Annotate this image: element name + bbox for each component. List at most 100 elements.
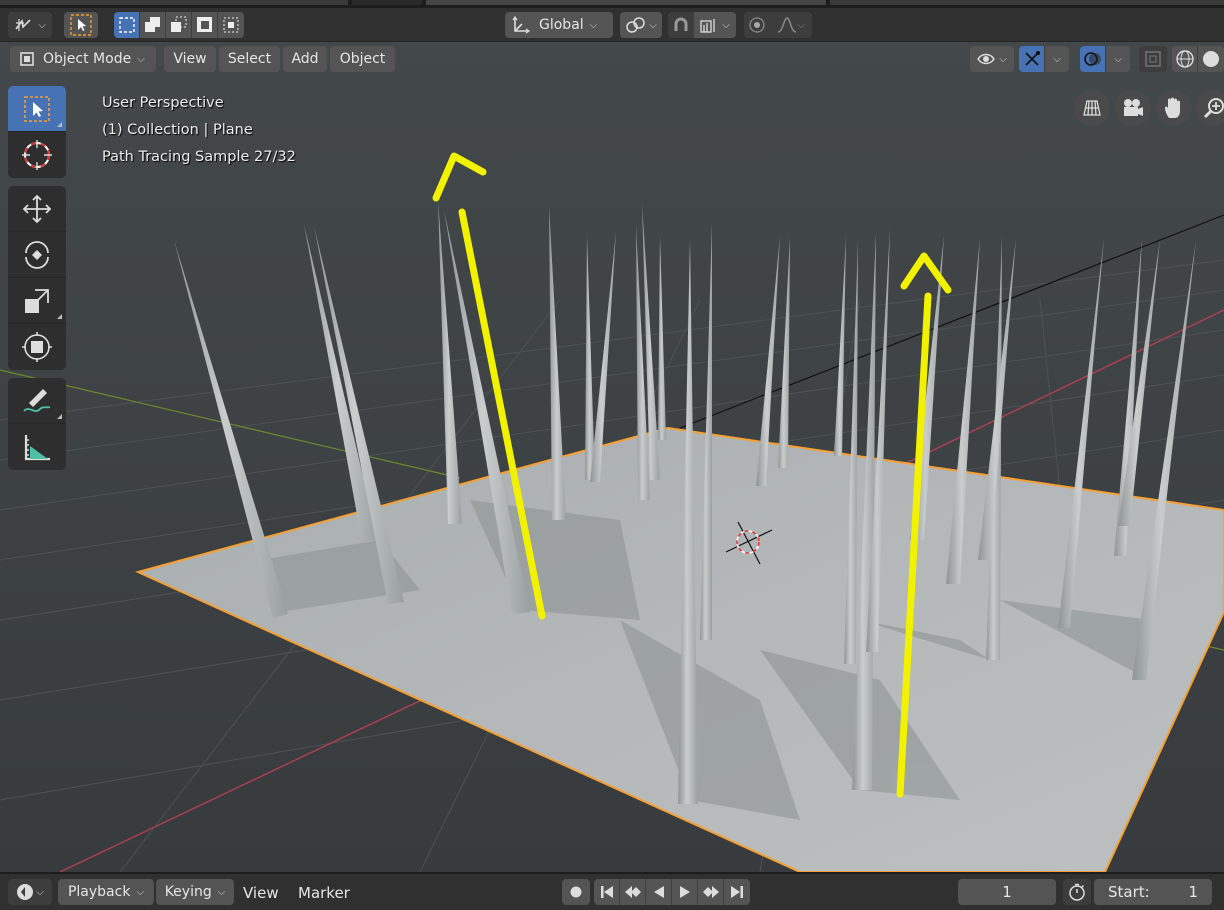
ortho-grid-icon <box>1083 100 1101 116</box>
chevron-down-icon: ⌵ <box>1053 53 1061 65</box>
overlay-dropdown[interactable]: ⌵ <box>1106 46 1130 72</box>
scale-icon <box>25 288 49 313</box>
transform-orientation-icon <box>512 15 531 34</box>
camera-view-button[interactable] <box>1115 90 1151 126</box>
proportional-edit-icon[interactable] <box>744 12 770 38</box>
prev-keyframe-icon[interactable] <box>620 879 646 905</box>
select-subtract-icon[interactable] <box>166 12 192 38</box>
object-menu[interactable]: Object <box>330 46 395 72</box>
keying-menu[interactable]: Keying ⌵ <box>156 879 234 905</box>
mode-dropdown[interactable]: Object Mode ⌵ <box>10 46 156 72</box>
workspace-tab[interactable] <box>830 0 1224 5</box>
snap-magnet-icon[interactable] <box>668 12 694 38</box>
hand-pan-icon <box>1165 97 1180 118</box>
snap-increment-icon[interactable]: ⌵ <box>694 12 736 38</box>
gizmo-dropdown[interactable]: ⌵ <box>1045 46 1069 72</box>
workspace-tab[interactable] <box>0 0 348 5</box>
visibility-dropdown[interactable]: ⌵ <box>970 46 1014 72</box>
chevron-down-icon: ⌵ <box>38 19 46 31</box>
transform-tool[interactable] <box>8 324 66 370</box>
pivot-point-dropdown[interactable]: ⌵ <box>620 12 662 38</box>
render-status-label: Path Tracing Sample 27/32 <box>102 149 296 165</box>
pan-view-button[interactable] <box>1156 90 1192 126</box>
select-extend-icon[interactable] <box>140 12 166 38</box>
record-button[interactable] <box>562 879 590 905</box>
transport-controls <box>594 879 750 905</box>
tool-variants-indicator <box>57 122 62 127</box>
timeline-view-menu[interactable]: View <box>243 884 279 902</box>
overlay-icon[interactable] <box>1080 46 1106 72</box>
jump-start-icon[interactable] <box>594 879 620 905</box>
marker-menu[interactable]: Marker <box>298 884 350 902</box>
tool-select-button[interactable] <box>64 12 98 38</box>
current-frame-field[interactable]: 1 <box>958 879 1056 905</box>
tool-group-annotate <box>8 378 66 470</box>
wireframe-icon[interactable] <box>1172 46 1198 72</box>
play-reverse-icon[interactable] <box>646 879 672 905</box>
chevron-down-icon: ⌵ <box>36 886 44 898</box>
solid-shading-icon[interactable] <box>1198 46 1224 72</box>
collection-label: (1) Collection | Plane <box>102 122 253 138</box>
next-keyframe-icon[interactable] <box>698 879 724 905</box>
workspace-tab[interactable] <box>352 0 422 5</box>
chevron-down-icon: ⌵ <box>1114 53 1122 65</box>
add-menu[interactable]: Add <box>283 46 327 72</box>
view-menu[interactable]: View <box>164 46 216 72</box>
rotate-icon <box>25 240 49 269</box>
select-cursor-icon <box>24 95 50 122</box>
playback-label: Playback <box>67 884 131 900</box>
chevron-down-icon: ⌵ <box>589 19 598 31</box>
select-menu[interactable]: Select <box>219 46 280 72</box>
scale-tool[interactable] <box>8 278 66 324</box>
proportional-group: ⌵ <box>744 12 812 38</box>
playback-menu[interactable]: Playback ⌵ <box>58 879 154 905</box>
shading-group <box>1172 46 1224 72</box>
timeline-editor-icon <box>17 884 34 900</box>
select-invert-icon[interactable] <box>192 12 218 38</box>
jump-end-icon[interactable] <box>724 879 750 905</box>
chevron-down-icon: ⌵ <box>137 53 145 65</box>
start-frame-field[interactable]: Start: 1 <box>1094 879 1212 905</box>
chevron-down-icon: ⌵ <box>136 886 145 898</box>
gizmo-icon[interactable] <box>1019 46 1045 72</box>
tool-group-transform <box>8 186 66 370</box>
editor-type-button[interactable]: ⌵ <box>8 12 52 38</box>
select-cursor-icon <box>70 14 92 36</box>
move-tool[interactable] <box>8 186 66 232</box>
orientation-label: Global <box>539 17 584 33</box>
zoom-view-button[interactable] <box>1196 90 1224 126</box>
cursor-tool[interactable] <box>8 132 66 178</box>
timeline-header: ⌵ Playback ⌵ Keying ⌵ View Marker 1 Star… <box>0 872 1224 910</box>
play-icon[interactable] <box>672 879 698 905</box>
zoom-icon <box>1203 98 1224 119</box>
select-intersect-icon[interactable] <box>218 12 244 38</box>
xray-toggle[interactable] <box>1139 46 1167 72</box>
move-icon <box>22 194 52 223</box>
ortho-toggle-button[interactable] <box>1074 90 1110 126</box>
timeline-editor-button[interactable]: ⌵ <box>8 879 52 905</box>
workspace-tab[interactable] <box>426 0 826 5</box>
preview-range-toggle[interactable] <box>1063 879 1091 905</box>
measure-tool[interactable] <box>8 424 66 470</box>
selection-mode-group <box>114 12 244 38</box>
transform-orientation-dropdown[interactable]: Global ⌵ <box>505 12 613 38</box>
measure-icon <box>24 435 50 461</box>
chevron-down-icon: ⌵ <box>999 53 1007 65</box>
annotate-tool[interactable] <box>8 378 66 424</box>
tool-group-select <box>8 86 66 178</box>
chevron-down-icon: ⌵ <box>797 19 805 31</box>
chevron-down-icon: ⌵ <box>722 19 730 31</box>
falloff-curve-icon[interactable]: ⌵ <box>770 12 812 38</box>
record-icon <box>570 886 582 898</box>
transform-icon <box>22 332 52 362</box>
tool-shelf <box>8 86 66 478</box>
start-frame-value: 1 <box>1188 883 1198 901</box>
start-frame-label: Start: <box>1108 883 1150 901</box>
pivot-icon <box>626 17 645 33</box>
eye-icon <box>977 53 996 65</box>
select-box-icon[interactable] <box>114 12 140 38</box>
select-box-tool[interactable] <box>8 86 66 132</box>
snap-group: ⌵ <box>668 12 736 38</box>
rotate-tool[interactable] <box>8 232 66 278</box>
stopwatch-icon <box>1069 883 1085 901</box>
